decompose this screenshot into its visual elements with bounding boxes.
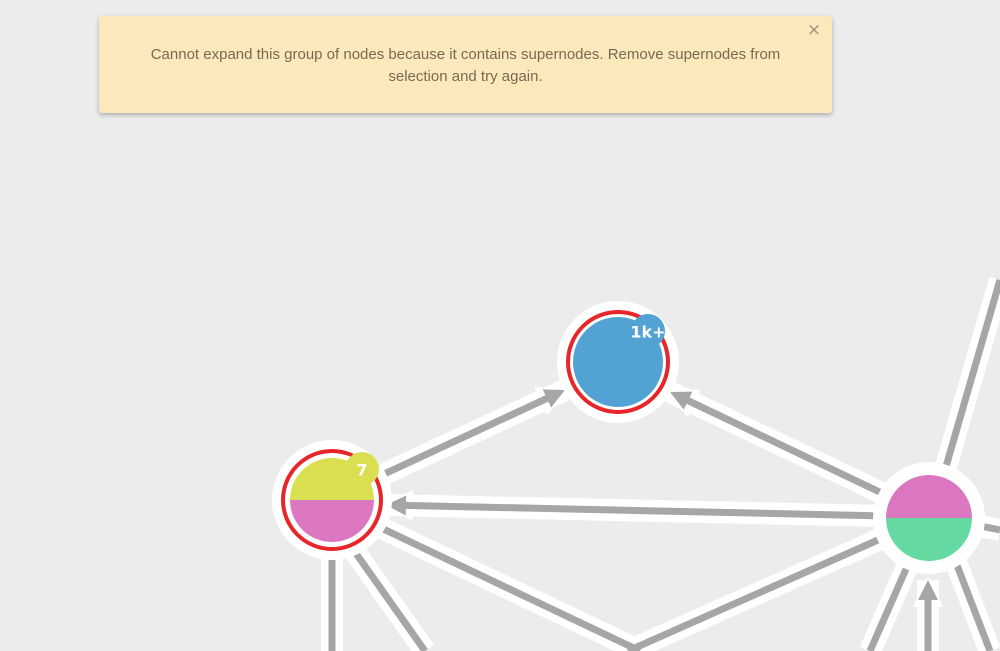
edge-group-to-supernode (378, 391, 556, 480)
graph-canvas[interactable]: 1k+ 7 Cannot expand this group of nodes … (0, 0, 1000, 651)
node-supernode[interactable]: 1k+ (557, 301, 679, 423)
node-body (886, 475, 972, 561)
error-notification: Cannot expand this group of nodes becaus… (99, 16, 832, 113)
badge-label: 1k+ (630, 323, 665, 342)
notification-message: Cannot expand this group of nodes becaus… (150, 46, 781, 85)
edge-pinkgreen-down-3 (951, 558, 994, 651)
edge-pinkgreen-down-2 (866, 558, 914, 651)
count-badge: 7 (345, 452, 379, 486)
edge-pinkgreen-up (941, 279, 1000, 471)
edge-pinkgreen-to-supernode (679, 394, 890, 500)
edge-group-down-2 (347, 542, 428, 651)
node-pink-green[interactable] (873, 462, 985, 574)
node-group[interactable]: 7 (272, 440, 392, 560)
edge-pinkgreen-down-1 (626, 532, 889, 651)
close-icon[interactable]: × (805, 21, 823, 39)
badge-label: 7 (356, 461, 367, 480)
